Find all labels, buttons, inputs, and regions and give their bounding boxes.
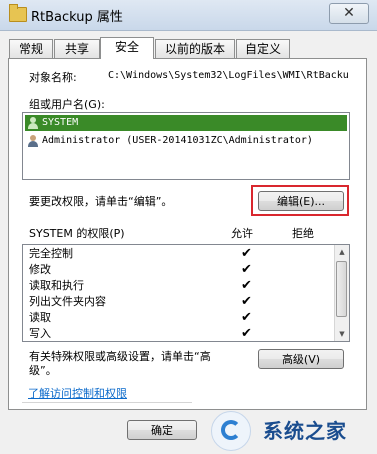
permission-name: 读取	[29, 311, 51, 324]
permission-row: 完全控制	[29, 246, 73, 262]
tab-general[interactable]: 常规	[9, 39, 53, 58]
permission-name: 完全控制	[29, 247, 73, 260]
users-icon	[27, 117, 39, 129]
scroll-down-icon[interactable]: ▼	[335, 327, 349, 341]
list-item-system[interactable]: SYSTEM	[25, 115, 347, 131]
tab-sharing[interactable]: 共享	[54, 39, 100, 58]
folder-icon	[9, 4, 27, 22]
allow-check-icon: ✔	[241, 262, 252, 277]
permission-name: 读取和执行	[29, 279, 84, 292]
allow-check-icon: ✔	[241, 326, 252, 341]
user-name: Administrator (USER-20141031ZC\Administr…	[42, 135, 313, 146]
watermark-text: 系统之家	[263, 419, 347, 443]
permission-row: 读取和执行	[29, 278, 84, 294]
user-list[interactable]: SYSTEM Administrator (USER-20141031ZC\Ad…	[22, 112, 350, 180]
divider	[22, 402, 192, 403]
window-title: RtBackup 属性	[31, 10, 123, 25]
title-bar: RtBackup 属性 ✕	[0, 0, 377, 31]
permission-row: 列出文件夹内容	[29, 294, 106, 310]
permission-name: 列出文件夹内容	[29, 295, 106, 308]
allow-check-icon: ✔	[241, 246, 252, 261]
permission-row: 写入	[29, 326, 51, 341]
permission-row: 读取	[29, 310, 51, 326]
allow-check-icon: ✔	[241, 310, 252, 325]
group-user-label: 组或用户名(G):	[29, 98, 105, 111]
tab-security[interactable]: 安全	[100, 37, 154, 59]
watermark-logo-icon	[211, 411, 251, 451]
allow-check-icon: ✔	[241, 294, 252, 309]
object-name-label: 对象名称:	[29, 71, 77, 84]
allow-check-icon: ✔	[241, 278, 252, 293]
allow-header: 允许	[231, 227, 253, 240]
scrollbar[interactable]: ▲ ▼	[334, 245, 349, 341]
object-path: C:\Windows\System32\LogFiles\WMI\RtBacku	[108, 70, 349, 81]
scroll-up-icon[interactable]: ▲	[335, 245, 349, 259]
tab-previous-versions[interactable]: 以前的版本	[155, 39, 235, 58]
help-link[interactable]: 了解访问控制和权限	[28, 385, 127, 401]
deny-header: 拒绝	[292, 227, 314, 240]
permission-name: 修改	[29, 263, 51, 276]
ok-button[interactable]: 确定	[127, 420, 197, 440]
permissions-table[interactable]: 完全控制 ✔ 修改 ✔ 读取和执行 ✔ 列出文件夹内容 ✔ 读取 ✔ 写入 ✔ …	[22, 244, 350, 342]
tab-customize[interactable]: 自定义	[236, 39, 290, 58]
user-icon	[27, 135, 39, 147]
permission-row: 修改	[29, 262, 51, 278]
highlight-annotation	[251, 185, 349, 216]
permissions-label: SYSTEM 的权限(P)	[29, 227, 125, 240]
watermark: 系统之家	[205, 403, 377, 454]
advanced-button[interactable]: 高级(V)	[258, 349, 344, 369]
close-button[interactable]: ✕	[329, 3, 369, 24]
permission-name: 写入	[29, 327, 51, 340]
change-permission-text: 要更改权限，请单击“编辑”。	[29, 195, 173, 208]
scrollbar-thumb[interactable]	[336, 261, 347, 317]
special-permissions-text-2: 级”。	[29, 364, 57, 377]
user-name: SYSTEM	[42, 117, 79, 128]
